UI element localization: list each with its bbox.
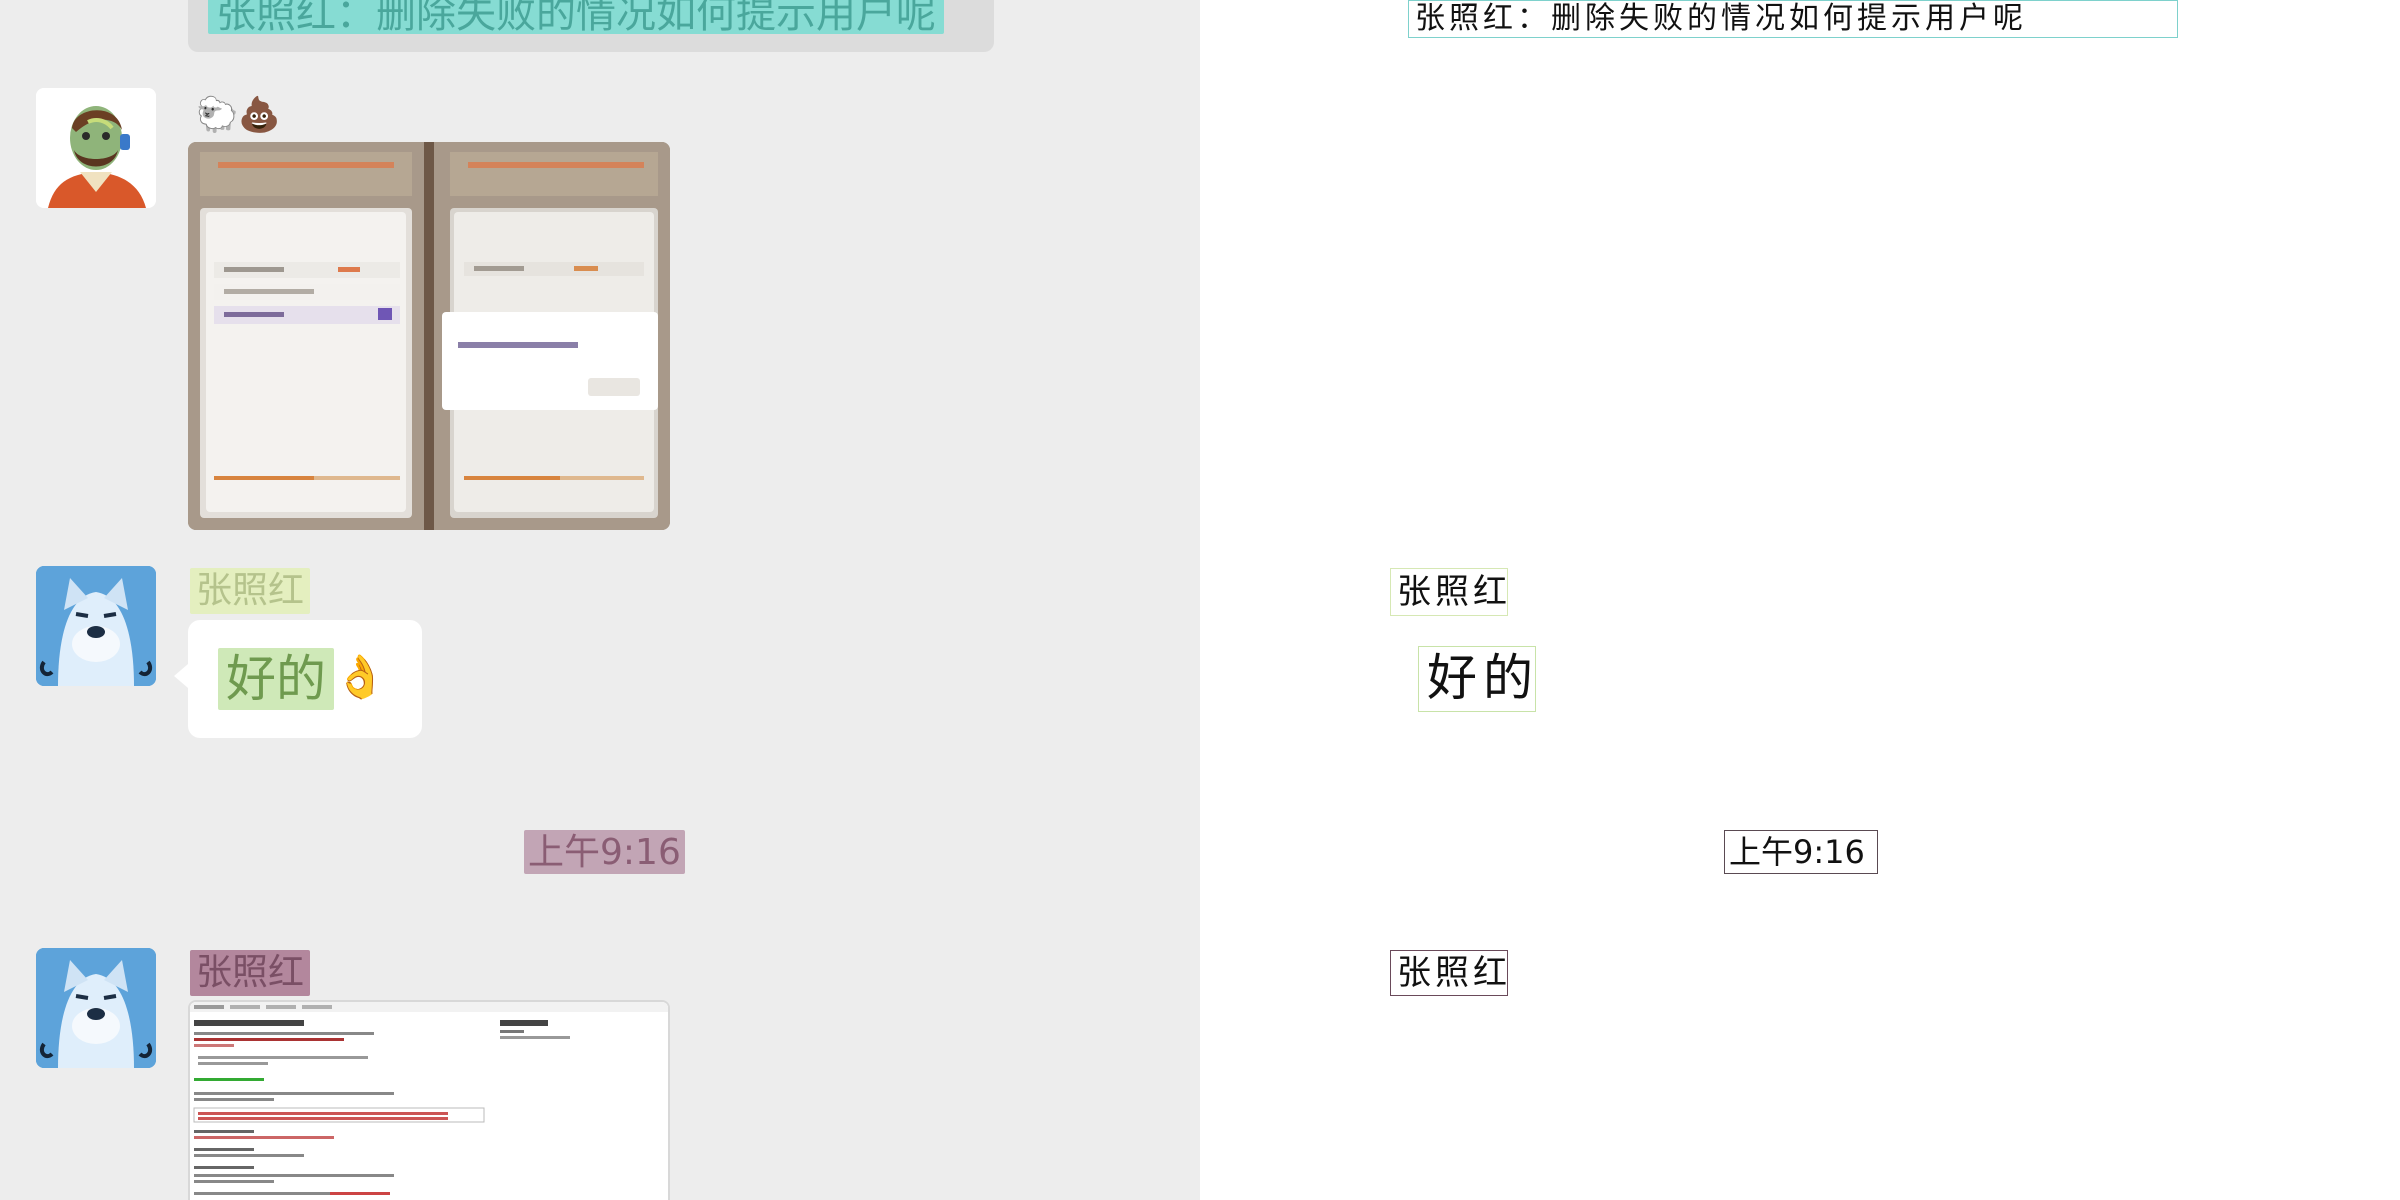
sender-name: 张照红 xyxy=(190,950,311,996)
avatar-doge[interactable] xyxy=(36,566,156,686)
annotation-panel: 张照红：删除失败的情况如何提示用户呢 张照红 好的 上午9:16 张照红 xyxy=(1200,0,2400,1200)
image-message-app-screenshots[interactable] xyxy=(188,142,670,530)
ok-hand-icon: 👌 xyxy=(334,652,387,701)
avatar-portrait[interactable] xyxy=(36,88,156,208)
annotation-timestamp: 上午9:16 xyxy=(1724,830,1878,874)
app-screenshot-thumbnail xyxy=(188,142,670,530)
annotation-quoted-message: 张照红：删除失败的情况如何提示用户呢 xyxy=(1408,0,2178,38)
annotation-sender-name: 张照红 xyxy=(1390,568,1508,616)
doge-avatar-icon xyxy=(36,948,156,1068)
annotation-reply-text: 好的 xyxy=(1418,646,1536,712)
avatar-doge[interactable] xyxy=(36,948,156,1068)
image-message-document[interactable] xyxy=(188,1000,670,1200)
portrait-avatar-icon xyxy=(36,88,156,208)
document-screenshot-thumbnail xyxy=(190,1002,668,1200)
reply-text: 好的 xyxy=(218,648,334,710)
doge-avatar-icon xyxy=(36,566,156,686)
quoted-message-bubble[interactable]: 张照红：删除失败的情况如何提示用户呢 xyxy=(188,0,994,52)
chat-screenshot: 张照红：删除失败的情况如何提示用户呢 🐑💩 张照红 好的 👌 上午9:16 张照… xyxy=(0,0,1200,1200)
timestamp: 上午9:16 xyxy=(524,830,685,874)
reply-bubble[interactable]: 好的 👌 xyxy=(174,620,422,738)
sender-name: 张照红 xyxy=(190,568,311,614)
emoji-message: 🐑💩 xyxy=(196,95,281,135)
annotation-sender-name: 张照红 xyxy=(1390,950,1508,996)
quoted-message-text: 张照红：删除失败的情况如何提示用户呢 xyxy=(208,0,944,34)
